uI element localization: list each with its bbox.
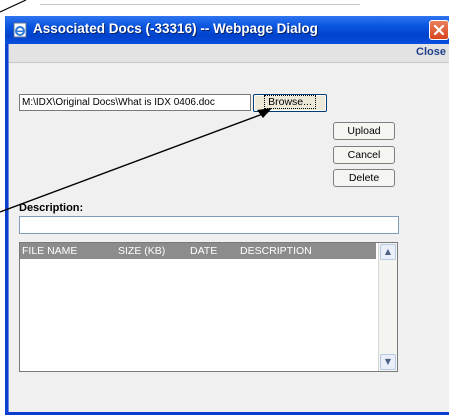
close-link[interactable]: Close: [416, 46, 446, 58]
column-description: DESCRIPTION: [240, 245, 312, 257]
title-bar[interactable]: Associated Docs (-33316) -- Webpage Dial…: [5, 16, 449, 44]
file-list[interactable]: FILE NAME SIZE (KB) DATE DESCRIPTION ▲ ▼: [19, 242, 398, 372]
description-input[interactable]: [19, 216, 399, 234]
browse-button[interactable]: Browse...: [253, 94, 327, 112]
file-list-scrollbar[interactable]: ▲ ▼: [378, 243, 397, 371]
dialog-toolbar: Close: [9, 44, 449, 63]
dialog-client-area: Close M:\IDX\Original Docs\What is IDX 0…: [8, 44, 449, 412]
column-file-name: FILE NAME: [22, 245, 78, 257]
cancel-button[interactable]: Cancel: [333, 146, 395, 164]
ie-page-icon: [13, 22, 27, 38]
close-x-icon[interactable]: [429, 20, 449, 40]
webpage-dialog-window: Associated Docs (-33316) -- Webpage Dial…: [5, 16, 449, 415]
browse-button-label: Browse...: [264, 95, 316, 109]
description-label: Description:: [19, 202, 84, 214]
file-list-header: FILE NAME SIZE (KB) DATE DESCRIPTION: [20, 243, 376, 259]
chevron-down-icon[interactable]: ▼: [380, 354, 396, 370]
background-page-strip: [0, 0, 449, 16]
chevron-up-icon[interactable]: ▲: [380, 244, 396, 260]
window-title: Associated Docs (-33316) -- Webpage Dial…: [33, 21, 318, 36]
upload-button[interactable]: Upload: [333, 122, 395, 140]
background-divider: [40, 4, 360, 5]
file-path-input[interactable]: M:\IDX\Original Docs\What is IDX 0406.do…: [19, 94, 251, 111]
delete-button[interactable]: Delete: [333, 169, 395, 187]
column-size: SIZE (KB): [118, 245, 166, 257]
column-date: DATE: [190, 245, 218, 257]
